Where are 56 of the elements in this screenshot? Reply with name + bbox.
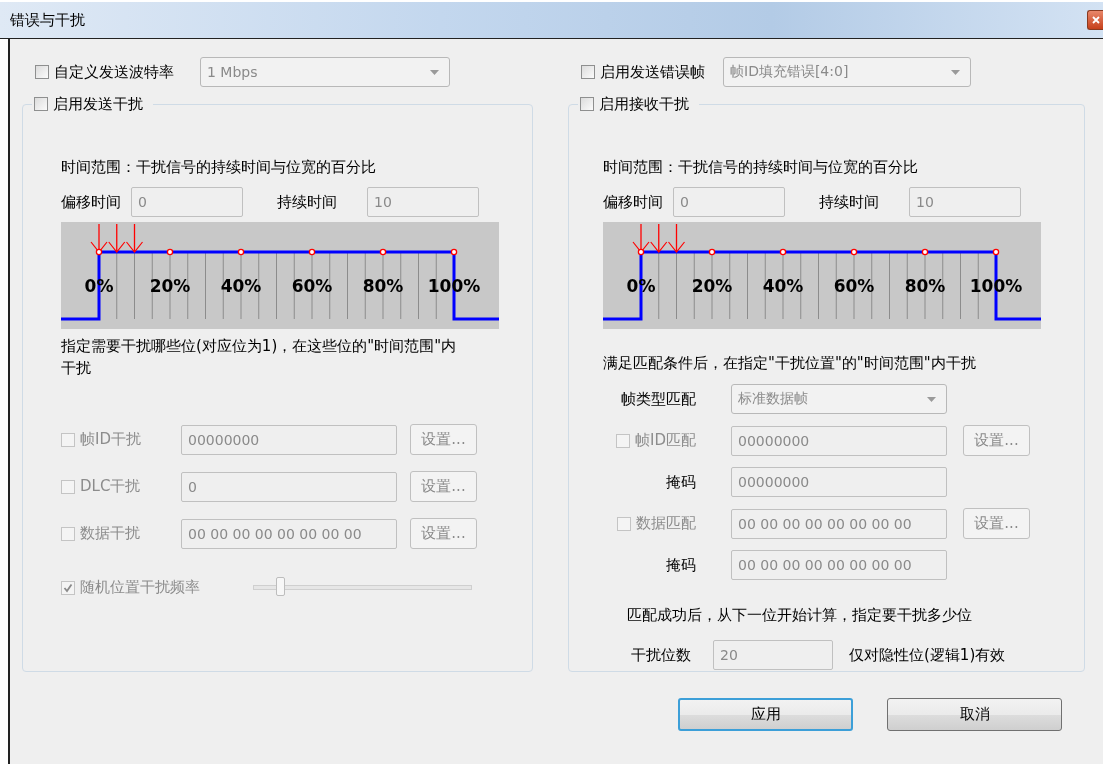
scale-label: 80% bbox=[904, 276, 946, 296]
description-text: 指定需要干扰哪些位(对应位为1)，在这些位的"时间范围"内干扰 bbox=[61, 336, 458, 379]
checkbox-label: 启用接收干扰 bbox=[599, 94, 689, 114]
dropdown-arrow-icon bbox=[430, 69, 439, 75]
scale-label: 40% bbox=[762, 276, 804, 296]
dropdown-arrow-icon bbox=[951, 69, 960, 75]
scale-label: 60% bbox=[291, 276, 333, 296]
description-text: 时间范围：干扰信号的持续时间与位宽的百分比 bbox=[603, 157, 919, 177]
checkbox-label: 启用发送错误帧 bbox=[600, 62, 705, 82]
dialog-button[interactable]: 取消 bbox=[887, 698, 1062, 731]
checkbox[interactable] bbox=[35, 65, 49, 79]
input-field[interactable]: 0 bbox=[673, 187, 785, 217]
field-label: 偏移时间 bbox=[61, 192, 121, 212]
dropdown-arrow-icon bbox=[927, 396, 936, 402]
field-label: 干扰位数 bbox=[631, 645, 691, 665]
arrow-marks bbox=[632, 223, 686, 253]
checkbox-label: 启用发送干扰 bbox=[53, 94, 143, 114]
checkbox-label: 数据匹配 bbox=[636, 514, 696, 533]
input-field[interactable]: 10 bbox=[909, 187, 1021, 217]
checkbox-label: 数据干扰 bbox=[80, 524, 140, 543]
input-field[interactable]: 0 bbox=[131, 187, 243, 217]
dropdown[interactable]: 1 Mbps bbox=[200, 57, 450, 87]
checkbox-label: 帧ID干扰 bbox=[80, 430, 141, 449]
scale-label: 40% bbox=[220, 276, 262, 296]
input-field[interactable]: 20 bbox=[713, 640, 833, 670]
input-field[interactable]: 00000000 bbox=[731, 467, 947, 497]
scale-label: 20% bbox=[691, 276, 733, 296]
checkbox-label: 自定义发送波特率 bbox=[54, 62, 174, 82]
checkbox[interactable] bbox=[581, 65, 595, 79]
checkbox[interactable] bbox=[580, 97, 594, 111]
arrow-marks bbox=[90, 223, 144, 253]
description-text: 匹配成功后，从下一位开始计算，指定要干扰多少位 bbox=[626, 605, 973, 625]
field-label: 掩码 bbox=[666, 555, 696, 575]
field-label: 持续时间 bbox=[819, 192, 879, 212]
input-field[interactable]: 10 bbox=[367, 187, 479, 217]
dropdown[interactable]: 帧ID填充错误[4:0] bbox=[723, 57, 971, 87]
field-label: 帧类型匹配 bbox=[620, 389, 697, 409]
scale-label: 20% bbox=[149, 276, 191, 296]
checkbox-label: 帧ID匹配 bbox=[635, 431, 696, 450]
window-title: 错误与干扰 bbox=[9, 10, 85, 30]
description-text: 时间范围：干扰信号的持续时间与位宽的百分比 bbox=[61, 157, 377, 177]
field-label: 持续时间 bbox=[277, 192, 337, 212]
hint-text: 仅对隐性位(逻辑1)有效 bbox=[849, 645, 1006, 665]
field-label: 掩码 bbox=[666, 472, 696, 492]
description-text: 满足匹配条件后，在指定"干扰位置"的"时间范围"内干扰 bbox=[603, 353, 977, 373]
close-icon bbox=[1092, 16, 1100, 24]
input-field[interactable]: 00 00 00 00 00 00 00 00 bbox=[731, 550, 947, 580]
close-button[interactable] bbox=[1087, 10, 1103, 30]
checkbox-label: 随机位置干扰频率 bbox=[80, 578, 200, 597]
field-label: 偏移时间 bbox=[603, 192, 663, 212]
scale-label: 80% bbox=[362, 276, 404, 296]
checkbox-label: DLC干扰 bbox=[80, 477, 141, 496]
dropdown[interactable]: 标准数据帧 bbox=[731, 384, 947, 414]
dialog-button[interactable]: 应用 bbox=[678, 698, 853, 731]
checkbox[interactable] bbox=[34, 97, 48, 111]
scale-label: 60% bbox=[833, 276, 875, 296]
